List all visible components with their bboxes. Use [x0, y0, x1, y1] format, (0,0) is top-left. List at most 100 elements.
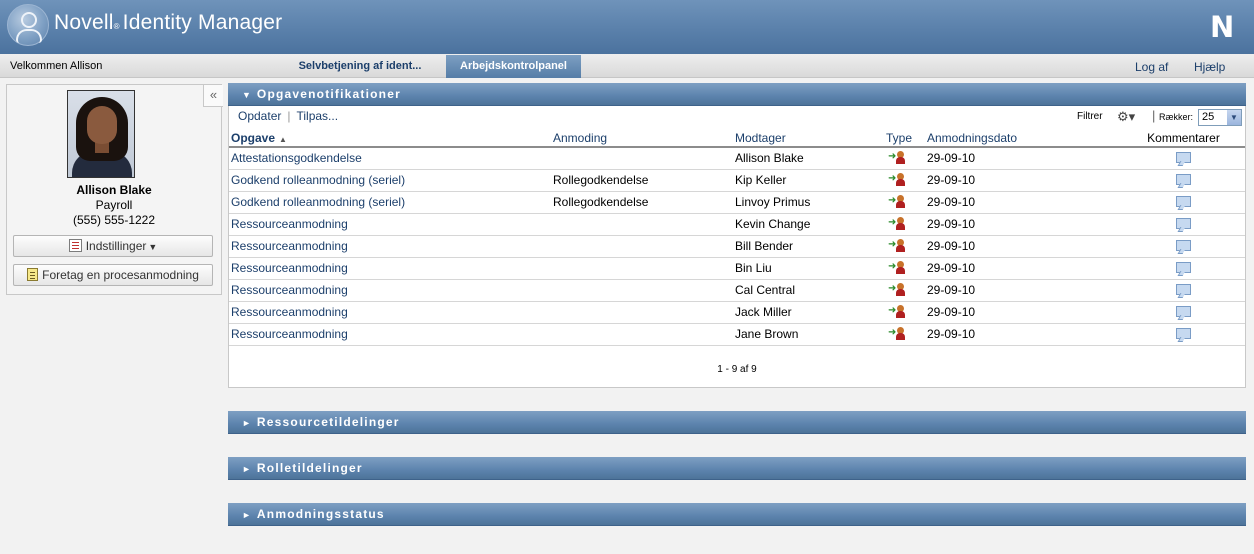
user-task-type-icon: ➜: [888, 261, 906, 274]
task-notifications-header[interactable]: ▼ Opgavenotifikationer: [228, 83, 1246, 106]
collapse-panel-button[interactable]: «: [203, 85, 223, 107]
logout-link[interactable]: Log af: [1135, 60, 1168, 74]
user-task-type-icon: ➜: [888, 195, 906, 208]
comment-icon[interactable]: [1176, 152, 1191, 164]
comment-cell: [1120, 213, 1245, 236]
task-link[interactable]: Godkend rolleanmodning (seriel): [229, 191, 551, 214]
table-row[interactable]: Godkend rolleanmodning (seriel) Rollegodk…: [229, 169, 1245, 192]
nav-bar: Velkommen Allison Selvbetjening af ident…: [0, 54, 1254, 78]
settings-label: Indstillinger: [85, 239, 147, 253]
user-task-type-icon: ➜: [888, 217, 906, 230]
table-row[interactable]: Attestationsgodkendelse Allison Blake ➜ 29-…: [229, 147, 1245, 170]
pagination-info: 1 - 9 af 9: [717, 364, 757, 375]
type-cell: ➜: [884, 235, 925, 258]
expanded-triangle-icon: ▼: [242, 90, 251, 100]
task-link[interactable]: Attestationsgodkendelse: [229, 147, 551, 170]
table-header-row: Opgave ▲ Anmoding Modtager Type Anmodning…: [229, 130, 1245, 148]
rows-value: 25: [1202, 111, 1215, 123]
user-task-type-icon: ➜: [888, 283, 906, 296]
type-cell: ➜: [884, 191, 925, 214]
caret-down-icon: ▼: [148, 242, 158, 252]
recipient-cell: Jack Miller: [733, 301, 884, 324]
task-link[interactable]: Ressourceanmodning: [229, 301, 551, 324]
column-header-task[interactable]: Opgave ▲: [229, 130, 551, 148]
comment-icon[interactable]: [1176, 174, 1191, 185]
user-task-type-icon: ➜: [888, 173, 906, 186]
task-link[interactable]: Godkend rolleanmodning (seriel): [229, 169, 551, 192]
table-row[interactable]: Ressourceanmodning Jane Brown ➜ 29-09-10: [229, 323, 1245, 346]
request-cell: [551, 147, 733, 170]
column-header-request-date[interactable]: Anmodningsdato: [925, 130, 1120, 148]
rows-per-page-select[interactable]: 25 ▼: [1198, 109, 1242, 126]
comment-icon[interactable]: [1176, 284, 1191, 295]
task-link[interactable]: Ressourceanmodning: [229, 213, 551, 236]
customize-link[interactable]: Tilpas...: [296, 109, 338, 123]
filter-label: Filtrer: [1077, 111, 1103, 122]
make-process-request-button[interactable]: Foretag en procesanmodning: [13, 264, 213, 286]
request-date-cell: 29-09-10: [925, 213, 1120, 236]
user-phone: (555) 555-1222: [72, 213, 156, 227]
task-link[interactable]: Ressourceanmodning: [229, 257, 551, 280]
comment-icon[interactable]: [1176, 240, 1191, 251]
recipient-cell: Bin Liu: [733, 257, 884, 280]
request-cell: Rollegodkendelse: [551, 191, 733, 214]
user-department: Payroll: [95, 198, 133, 212]
table-row[interactable]: Ressourceanmodning Bin Liu ➜ 29-09-10: [229, 257, 1245, 280]
panel-title: Rolletildelinger: [256, 461, 363, 475]
recipient-cell: Kevin Change: [733, 213, 884, 236]
filter-icon[interactable]: ⚙▾: [1117, 109, 1135, 125]
resource-assignments-panel: ► Ressourcetildelinger: [228, 411, 1246, 434]
comment-icon[interactable]: [1176, 196, 1191, 207]
column-header-type[interactable]: Type: [884, 130, 925, 148]
comment-icon[interactable]: [1176, 262, 1191, 273]
column-header-recipient[interactable]: Modtager: [733, 130, 884, 148]
task-toolbar: Opdater | Tilpas...: [238, 109, 338, 123]
user-photo: [67, 90, 135, 178]
comment-icon[interactable]: [1176, 328, 1191, 339]
comment-cell: [1120, 257, 1245, 280]
recipient-cell: Kip Keller: [733, 169, 884, 192]
task-link[interactable]: Ressourceanmodning: [229, 323, 551, 346]
task-link[interactable]: Ressourceanmodning: [229, 279, 551, 302]
request-date-cell: 29-09-10: [925, 169, 1120, 192]
novell-n-logo: N: [1210, 10, 1235, 44]
role-assignments-header[interactable]: ► Rolletildelinger: [228, 457, 1246, 480]
panel-title: Opgavenotifikationer: [256, 87, 401, 101]
recipient-cell: Linvoy Primus: [733, 191, 884, 214]
resource-assignments-header[interactable]: ► Ressourcetildelinger: [228, 411, 1246, 434]
table-row[interactable]: Ressourceanmodning Bill Bender ➜ 29-09-10: [229, 235, 1245, 258]
column-header-request[interactable]: Anmoding: [551, 130, 733, 148]
collapsed-triangle-icon: ►: [242, 464, 251, 474]
request-cell: [551, 235, 733, 258]
request-cell: [551, 257, 733, 280]
comment-cell: [1120, 191, 1245, 214]
type-cell: ➜: [884, 147, 925, 170]
registered-mark: ®: [113, 22, 120, 31]
table-row[interactable]: Ressourceanmodning Kevin Change ➜ 29-09-10: [229, 213, 1245, 236]
table-row[interactable]: Ressourceanmodning Cal Central ➜ 29-09-10: [229, 279, 1245, 302]
settings-button[interactable]: Indstillinger ▼: [13, 235, 213, 257]
user-task-type-icon: ➜: [888, 151, 906, 165]
comment-icon[interactable]: [1176, 306, 1191, 317]
comment-icon[interactable]: [1176, 218, 1191, 229]
help-link[interactable]: Hjælp: [1194, 60, 1225, 74]
refresh-link[interactable]: Opdater: [238, 109, 281, 123]
recipient-cell: Allison Blake: [733, 147, 884, 170]
type-cell: ➜: [884, 323, 925, 346]
task-link[interactable]: Ressourceanmodning: [229, 235, 551, 258]
table-row[interactable]: Godkend rolleanmodning (seriel) Rollegodk…: [229, 191, 1245, 214]
dropdown-arrow-icon: ▼: [1227, 110, 1241, 125]
comment-cell: [1120, 301, 1245, 324]
rows-label: Rækker:: [1159, 112, 1194, 122]
filter-divider: |: [1152, 108, 1156, 123]
request-cell: Rollegodkendelse: [551, 169, 733, 192]
toolbar-divider: |: [287, 109, 291, 123]
tab-identity-self-service[interactable]: Selvbetjening af ident...: [285, 55, 435, 78]
request-status-header[interactable]: ► Anmodningsstatus: [228, 503, 1246, 526]
column-label: Opgave: [231, 131, 276, 145]
tab-work-dashboard[interactable]: Arbejdskontrolpanel: [446, 55, 581, 78]
brand-name: Novell: [54, 11, 114, 34]
request-date-cell: 29-09-10: [925, 257, 1120, 280]
table-row[interactable]: Ressourceanmodning Jack Miller ➜ 29-09-10: [229, 301, 1245, 324]
welcome-text: Velkommen Allison: [10, 60, 103, 72]
